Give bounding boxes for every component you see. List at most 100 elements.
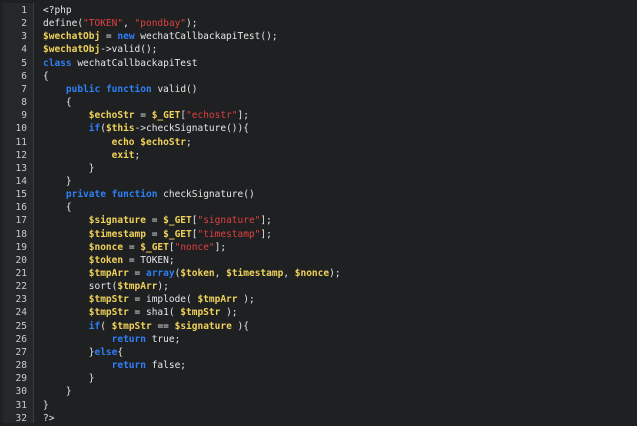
code-token: "TOKEN" (83, 18, 124, 30)
code-token: ]; (260, 228, 272, 240)
code-token: $nonce (294, 268, 330, 279)
code-line[interactable]: 25 if( $tmpStr == $signature ){ (0, 320, 637, 333)
line-number: 3 (21, 31, 27, 43)
line-code: } (43, 372, 95, 385)
line-number: 11 (15, 136, 27, 148)
code-token: , (123, 18, 135, 30)
code-token: $echoStr (140, 136, 187, 148)
line-number: 5 (21, 57, 27, 69)
code-line[interactable]: 12 exit; (0, 149, 637, 162)
code-line[interactable]: 30 } (0, 385, 637, 398)
code-token: ); (220, 307, 238, 319)
code-line[interactable]: 1 <?php (0, 4, 637, 17)
code-token: $token (88, 254, 124, 266)
code-token: $this (105, 123, 135, 135)
code-line[interactable]: 15 private function checkSignature() (0, 188, 637, 201)
code-line[interactable]: 20 $token = TOKEN; (0, 254, 637, 267)
code-token: $tmpStr (111, 320, 152, 332)
line-number: 21 (15, 268, 27, 279)
code-token: "pondbay" (134, 18, 187, 30)
code-token: "signature" (197, 215, 261, 227)
line-code: class wechatCallbackapiTest (43, 57, 197, 70)
code-line[interactable]: 24 $tmpStr = sha1( $tmpStr ); (0, 306, 637, 319)
line-code: $timestamp = $_GET["timestamp"]; (43, 228, 272, 241)
line-number: 16 (15, 202, 27, 214)
code-line[interactable]: 4 $wechatObj->valid(); (0, 43, 637, 56)
code-token: $tmpStr (180, 307, 221, 319)
line-number: 18 (15, 228, 27, 240)
code-line[interactable]: 10 if($this->checkSignature()){ (0, 122, 637, 135)
line-code: echo $echoStr; (43, 136, 192, 149)
line-number: 14 (15, 175, 27, 187)
code-line[interactable]: 29 } (0, 372, 637, 385)
code-line[interactable]: 19 $nonce = $_GET["nonce"]; (0, 241, 637, 254)
code-line[interactable]: 31} (0, 399, 637, 412)
code-token: class (43, 57, 72, 69)
code-token: = TOKEN; (123, 254, 175, 266)
code-token: ; (134, 149, 141, 161)
code-token: } (43, 346, 95, 358)
code-token: $wechatObj (43, 44, 101, 56)
code-line[interactable]: 27 }else{ (0, 346, 637, 359)
line-number: 31 (15, 399, 27, 411)
code-line[interactable]: 8 { (0, 96, 637, 109)
code-token: ?> (43, 412, 55, 424)
code-line[interactable]: 32 ?> (0, 412, 637, 425)
line-code: if($this->checkSignature()){ (43, 122, 249, 135)
code-token: ]; (260, 215, 272, 227)
code-token: ); (329, 268, 341, 279)
line-number: 24 (15, 307, 27, 319)
code-editor[interactable]: 1 <?php 2 define("TOKEN", "pondbay"); 3 $wech… (0, 0, 637, 426)
code-line[interactable]: 28 return false; (0, 359, 637, 372)
line-code: { (43, 70, 49, 83)
code-token: return (111, 360, 146, 372)
code-line[interactable]: 26 return true; (0, 333, 637, 346)
code-token: , (283, 268, 295, 279)
code-token: = (123, 241, 141, 253)
code-line[interactable]: 6{ (0, 70, 637, 83)
code-token: } (43, 386, 72, 398)
line-code: <?php (43, 4, 72, 17)
code-token: } (43, 399, 49, 411)
code-line[interactable]: 9 $echoStr = $_GET["echostr"]; (0, 109, 637, 122)
code-line[interactable]: 23 $tmpStr = implode( $tmpArr ); (0, 293, 637, 306)
code-line[interactable]: 13 } (0, 162, 637, 175)
line-code: $nonce = $_GET["nonce"]; (43, 241, 226, 254)
code-line[interactable]: 18 $timestamp = $_GET["timestamp"]; (0, 228, 637, 241)
line-number: 29 (15, 373, 27, 385)
line-code: if( $tmpStr == $signature ){ (43, 320, 249, 333)
code-token: ]; (214, 241, 227, 253)
line-code: $signature = $_GET["signature"]; (43, 214, 272, 227)
code-token: $_GET (163, 215, 192, 227)
code-line[interactable]: 11 echo $echoStr; (0, 136, 637, 149)
line-number: 25 (15, 320, 27, 332)
code-line[interactable]: 14 } (0, 175, 637, 188)
code-line[interactable]: 3 $wechatObj = new wechatCallbackapiTest(… (0, 30, 637, 43)
code-token: $tmpArr (88, 268, 129, 279)
code-token: = (134, 110, 152, 122)
line-number: 22 (15, 281, 27, 293)
code-line[interactable]: 21 $tmpArr = array($token, $timestamp, $… (0, 267, 637, 280)
code-line[interactable]: 7 public function valid() (0, 83, 637, 96)
line-code: { (43, 201, 72, 214)
code-token: = (128, 268, 146, 279)
code-token: $_GET (163, 228, 192, 240)
code-line[interactable]: 17 $signature = $_GET["signature"]; (0, 214, 637, 227)
line-code: } (43, 162, 95, 175)
code-token: exit (111, 149, 135, 161)
line-number: 28 (15, 360, 27, 372)
code-line[interactable]: 5 class wechatCallbackapiTest (0, 57, 637, 70)
code-line[interactable]: 2 define("TOKEN", "pondbay"); (0, 17, 637, 30)
code-line[interactable]: 22 sort($tmpArr); (0, 280, 637, 293)
code-token: , (214, 268, 227, 279)
code-token: $tmpArr (117, 281, 158, 293)
line-code: $tmpArr = array($token, $timestamp, $non… (43, 267, 341, 280)
code-line[interactable]: 16 { (0, 201, 637, 214)
line-number: 1 (21, 5, 27, 16)
code-token: } (43, 373, 95, 385)
code-token: $timestamp (226, 268, 284, 279)
